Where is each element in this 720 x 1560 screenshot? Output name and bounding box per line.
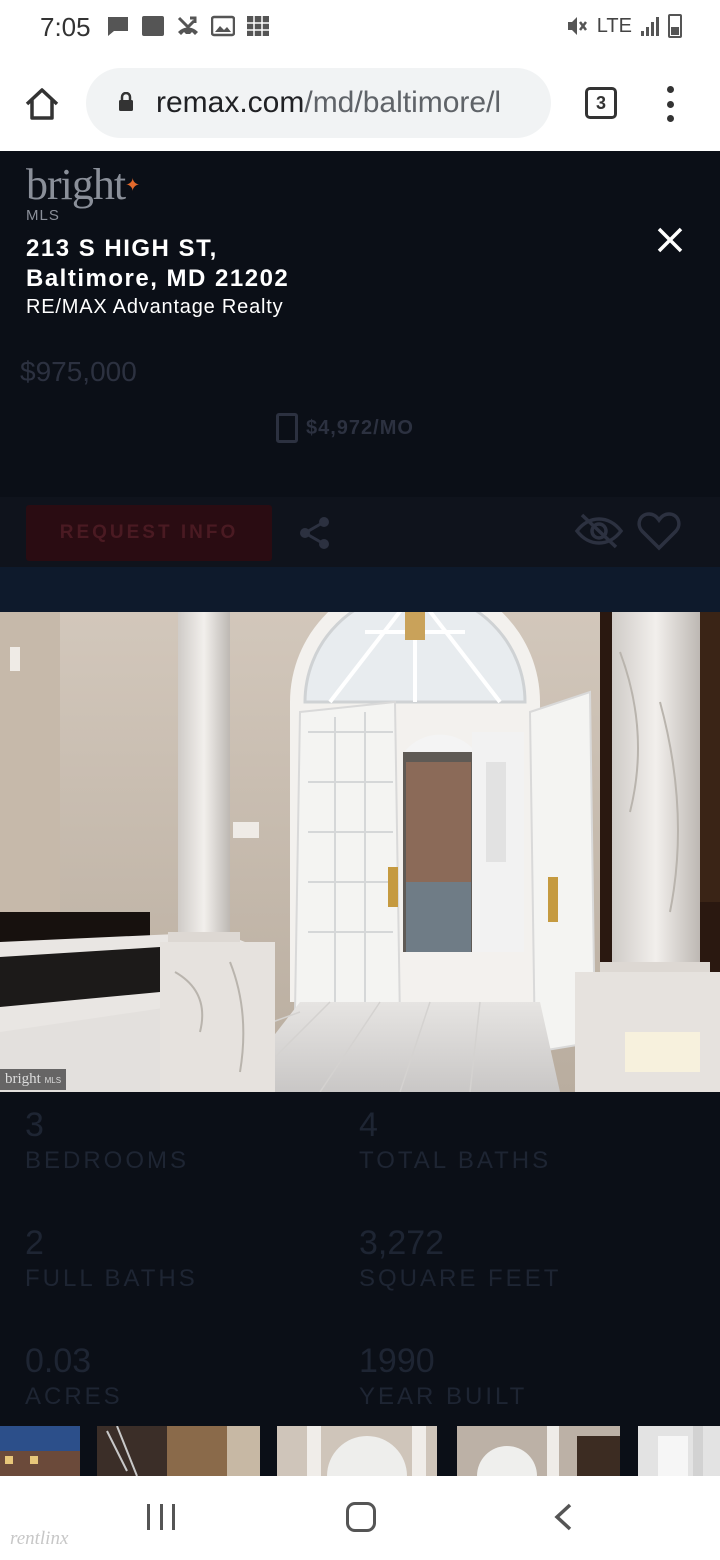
rentlinx-watermark: rentlinx [10,1528,69,1549]
stat-year-built: 1990 YEAR BUILT [359,1342,527,1411]
network-type: LTE [596,14,632,37]
recent-apps-button[interactable] [147,1504,175,1530]
stat-label: SQUARE FEET [359,1265,562,1292]
listing-price: $975,000 [20,356,137,387]
image-icon [211,15,235,37]
status-time: 7:05 [40,12,91,42]
logo-text: bright [26,160,126,209]
logo-subtext: MLS [26,207,60,224]
signal-icon [641,17,659,36]
mute-icon [567,17,587,35]
stat-acres: 0.03 ACRES [25,1342,123,1411]
stat-bedrooms: 3 BEDROOMS [25,1106,189,1175]
home-button[interactable] [346,1502,376,1532]
foyer-photo [0,612,720,1092]
monthly-payment[interactable]: $4,972/MO [276,413,414,443]
photo-thumbnail-strip [0,1426,720,1476]
stat-value: 1990 [359,1342,435,1380]
stat-value: 0.03 [25,1342,92,1380]
grid-icon [247,16,269,36]
url-host: remax.com [156,86,305,119]
square-icon [142,16,164,36]
bright-mls-logo: bright✦ MLS [26,160,140,225]
thumbnail[interactable] [97,1426,260,1476]
url-text: remax.com/md/baltimore/l [156,86,501,120]
address-line-1: 213 S HIGH ST, [26,235,218,262]
notification-icons [106,15,270,37]
photo-watermark-sub: MLS [44,1076,62,1085]
thumbnail[interactable] [0,1426,80,1476]
favorite-icon[interactable] [637,511,681,551]
tab-switcher-button[interactable]: 3 [585,87,617,119]
url-path: /md/baltimore/l [304,86,502,119]
address-line-2: Baltimore, MD 21202 [26,265,290,292]
thumbnail[interactable] [277,1426,437,1476]
status-bar: 7:05 LTE [0,0,720,54]
stat-full-baths: 2 FULL BATHS [25,1224,198,1293]
agency-name: RE/MAX Advantage Realty [26,296,284,318]
photo-watermark: bright MLS [0,1069,67,1090]
stat-value: 3 [25,1106,44,1144]
close-icon[interactable] [655,225,685,255]
share-icon[interactable] [298,515,332,551]
calculator-icon [276,413,298,443]
stat-label: YEAR BUILT [359,1383,528,1410]
stat-label: FULL BATHS [25,1265,198,1292]
battery-icon [668,14,682,38]
stat-total-baths: 4 TOTAL BATHS [359,1106,551,1175]
hide-listing-icon[interactable] [574,511,624,551]
back-icon[interactable] [552,1502,574,1532]
stat-value: 3,272 [359,1224,445,1262]
stat-square-feet: 3,272 SQUARE FEET [359,1224,561,1293]
gallery-header-band [0,567,720,612]
url-bar[interactable]: remax.com/md/baltimore/l [86,68,551,138]
stat-value: 4 [359,1106,378,1144]
lock-icon [119,92,133,111]
property-photo[interactable]: bright MLS [0,612,720,1092]
stat-label: BEDROOMS [25,1147,190,1174]
stat-label: ACRES [25,1383,123,1410]
request-info-button[interactable]: REQUEST INFO [26,505,272,561]
more-menu-button[interactable] [664,86,676,122]
status-right: LTE [565,14,682,38]
listing-overlay: $975,000 $4,972/MO REQUEST INFO bright✦ … [0,151,720,1476]
monthly-payment-value: $4,972/MO [306,416,414,439]
message-icon [108,17,128,36]
missed-call-icon [177,16,198,35]
home-icon[interactable] [22,84,62,124]
photo-watermark-text: bright [5,1071,41,1087]
system-nav-bar: rentlinx [0,1476,720,1560]
thumbnail[interactable] [457,1426,620,1476]
browser-toolbar: remax.com/md/baltimore/l 3 [0,54,720,151]
stat-label: TOTAL BATHS [359,1147,552,1174]
stat-value: 2 [25,1224,44,1262]
thumbnail[interactable] [638,1426,720,1476]
